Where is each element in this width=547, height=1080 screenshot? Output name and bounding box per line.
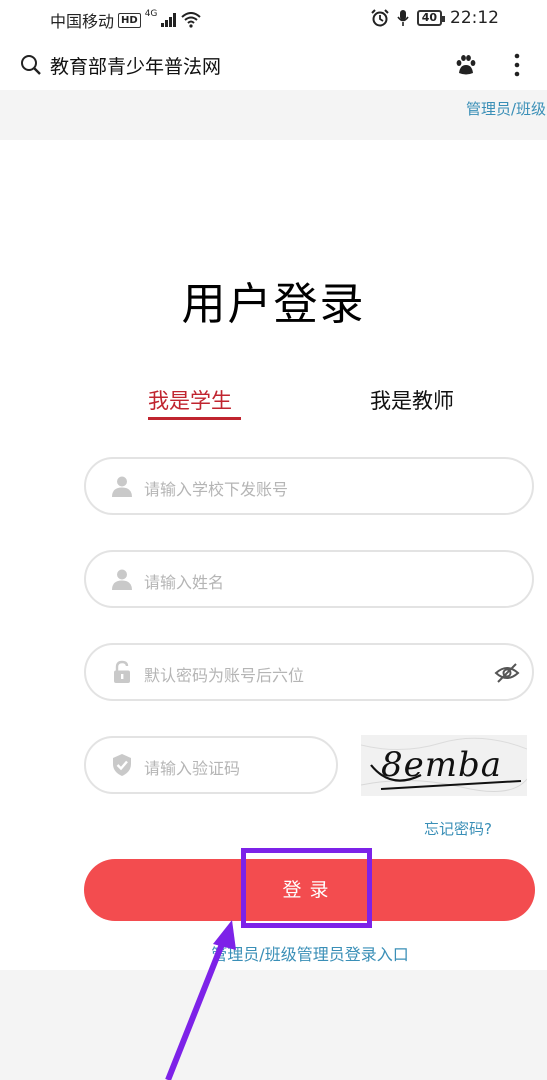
forgot-password-link[interactable]: 忘记密码? [424,818,492,839]
battery-indicator: 40 [416,10,446,26]
captcha-image[interactable]: 8emba [361,735,527,796]
captcha-text: 8emba [381,745,503,785]
user-icon [112,476,132,497]
search-icon[interactable] [20,54,42,76]
mic-icon [397,10,409,26]
browser-page-title[interactable]: 教育部青少年普法网 [50,52,221,79]
user-icon [112,569,132,590]
eye-off-icon[interactable] [494,661,520,685]
clock: 22:12 [450,8,499,28]
shield-icon [113,754,131,776]
hd-badge: HD [118,12,141,28]
status-right: 40 22:12 [370,8,499,28]
password-input[interactable]: 默认密码为账号后六位 [84,643,534,701]
top-strip [0,90,547,140]
active-tab-indicator [148,417,241,420]
tab-teacher[interactable]: 我是教师 [370,385,454,415]
network-type: 4G [144,9,158,19]
top-admin-link[interactable]: 管理员/班级 [466,98,546,119]
status-left: 中国移动 HD 4G [50,8,202,32]
browser-toolbar: 教育部青少年普法网 [0,40,547,90]
signal-icon [161,13,177,27]
baidu-paw-icon[interactable] [454,53,478,77]
account-input[interactable]: 请输入学校下发账号 [84,457,534,515]
password-placeholder: 默认密码为账号后六位 [144,666,305,685]
captcha-placeholder: 请输入验证码 [144,759,241,778]
status-bar: 中国移动 HD 4G 40 22:12 [0,0,547,40]
name-input[interactable]: 请输入姓名 [84,550,534,608]
tab-student[interactable]: 我是学生 [148,385,232,415]
alarm-icon [370,9,389,27]
page-title: 用户登录 [181,279,366,330]
carrier-name: 中国移动 [50,12,115,31]
highlight-box [241,848,372,928]
wifi-icon [181,12,202,28]
admin-login-link[interactable]: 管理员/班级管理员登录入口 [0,941,547,965]
lock-icon [114,660,130,683]
captcha-input[interactable]: 请输入验证码 [84,736,338,794]
account-placeholder: 请输入学校下发账号 [144,480,289,499]
name-placeholder: 请输入姓名 [144,573,225,592]
more-menu-icon[interactable] [508,52,526,78]
